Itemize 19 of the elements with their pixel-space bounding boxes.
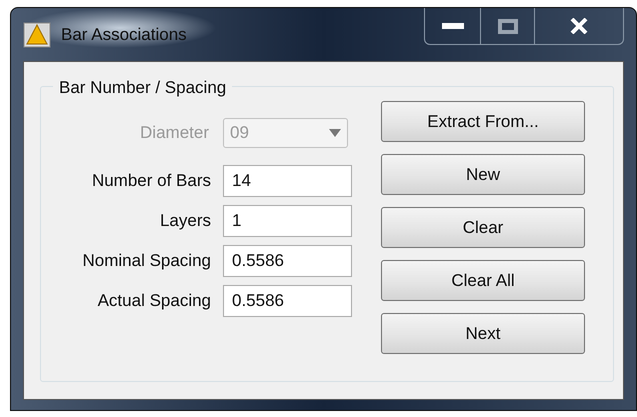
dialog-button[interactable]: New — [381, 154, 585, 195]
dialog-button[interactable]: Next — [381, 313, 585, 354]
text-field[interactable]: 14 — [223, 165, 352, 197]
text-field[interactable]: 0.5586 — [223, 285, 352, 317]
text-field[interactable]: 1 — [223, 205, 352, 237]
dialog-button[interactable]: Extract From... — [381, 101, 585, 142]
dialog-button[interactable]: Clear All — [381, 260, 585, 301]
field-label: Diameter — [139, 122, 210, 144]
dialog-button[interactable]: Clear — [381, 207, 585, 248]
maximize-icon — [498, 18, 518, 34]
field-label: Nominal Spacing — [81, 250, 212, 272]
field-label: Number of Bars — [90, 170, 212, 192]
text-field[interactable]: 0.5586 — [223, 245, 352, 277]
field-label: Layers — [158, 210, 212, 232]
close-icon — [570, 18, 588, 34]
window-title: Bar Associations — [61, 24, 187, 46]
minimize-icon — [442, 23, 464, 29]
dropdown-arrow-icon — [329, 129, 341, 137]
field-label: Actual Spacing — [96, 290, 212, 312]
